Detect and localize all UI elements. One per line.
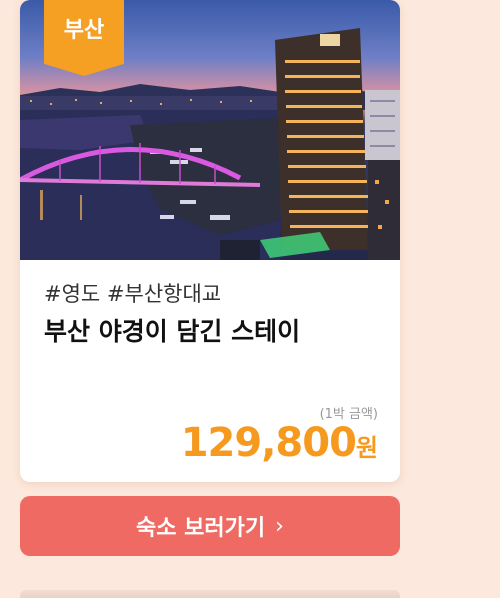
hotel-photo[interactable]: 부산: [20, 0, 400, 260]
next-card-edge: [20, 590, 400, 598]
region-badge: 부산: [44, 0, 124, 76]
chevron-right-icon: ›: [275, 513, 284, 539]
stay-title: 부산 야경이 담긴 스테이: [44, 317, 301, 346]
price: 129,800원: [181, 420, 378, 466]
price-amount: 129,800: [180, 420, 357, 466]
hashtags: #영도 #부산항대교: [44, 282, 222, 306]
view-stay-button-label: 숙소 보러가기: [136, 516, 266, 541]
view-stay-button[interactable]: 숙소 보러가기 ›: [20, 496, 400, 556]
hotel-card[interactable]: 부산 #영도 #부산항대교 부산 야경이 담긴 스테이 (1박 금액) 129,…: [20, 0, 400, 482]
price-unit: 원: [355, 434, 378, 462]
